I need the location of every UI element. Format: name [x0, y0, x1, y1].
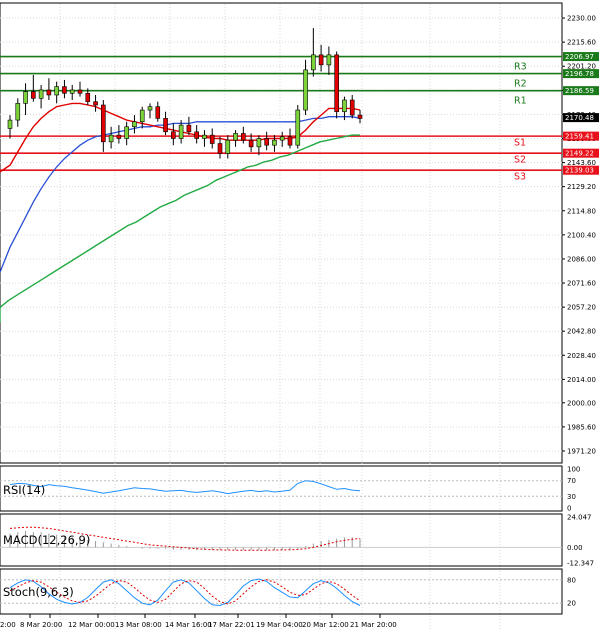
- candle-bearish[interactable]: [209, 134, 215, 144]
- price-tick-label: 2071.60: [567, 280, 596, 288]
- candle-bullish[interactable]: [295, 109, 301, 146]
- stochastic-label: Stoch(9,6,3): [3, 585, 74, 599]
- trading-chart: 2230.002215.602201.202186.802172.402158.…: [0, 0, 600, 634]
- level-label-s2: S2: [514, 155, 526, 166]
- level-price-tag: 2149.22: [565, 150, 594, 158]
- candle-bullish[interactable]: [124, 126, 129, 139]
- level-price-tag: 2159.41: [565, 133, 594, 141]
- candle-bearish[interactable]: [116, 134, 122, 139]
- candle-bullish[interactable]: [178, 124, 184, 139]
- rsi-label: RSI(14): [3, 483, 45, 497]
- candle-bullish[interactable]: [202, 134, 207, 139]
- candle-bearish[interactable]: [357, 114, 363, 119]
- candle-bearish[interactable]: [217, 143, 223, 154]
- price-tick-label: 2230.00: [567, 15, 596, 23]
- candle-bearish[interactable]: [101, 104, 106, 143]
- time-tick-label: 12 Mar 00:00: [68, 621, 115, 629]
- candle-bearish[interactable]: [85, 93, 91, 102]
- time-tick-label: 19 Mar 04:00: [256, 621, 303, 629]
- macd-tick-label: 0.00: [567, 544, 583, 552]
- candle-bearish[interactable]: [46, 89, 52, 96]
- price-tick-label: 2028.40: [567, 352, 596, 360]
- price-tick-label: 1985.60: [567, 423, 596, 431]
- candle-bullish[interactable]: [147, 106, 153, 111]
- candle-bullish[interactable]: [139, 109, 145, 123]
- level-label-s1: S1: [514, 138, 526, 149]
- macd-tick-label: 24.047: [567, 514, 592, 522]
- price-tick-label: 2042.80: [567, 328, 596, 336]
- candle-bearish[interactable]: [287, 136, 293, 146]
- candle-bullish[interactable]: [54, 86, 59, 96]
- current-price-tag: 2170.48: [565, 114, 594, 122]
- time-tick-label: 20 Mar 12:00: [302, 621, 349, 629]
- level-label-r3: R3: [514, 62, 527, 73]
- candle-bearish[interactable]: [155, 106, 161, 119]
- candle-bullish[interactable]: [38, 89, 44, 99]
- candle-bearish[interactable]: [186, 124, 192, 133]
- level-label-r2: R2: [514, 79, 527, 90]
- candle-bullish[interactable]: [303, 69, 308, 111]
- candle-bearish[interactable]: [163, 118, 168, 133]
- time-tick-label: 2:00: [0, 621, 16, 629]
- price-tick-label: 2215.60: [567, 39, 596, 47]
- candle-bearish[interactable]: [241, 133, 246, 141]
- time-tick-label: 17 Mar 22:01: [208, 621, 255, 629]
- level-price-tag: 2186.59: [565, 87, 594, 95]
- time-tick-label: 14 Mar 16:00: [165, 621, 212, 629]
- candle-bullish[interactable]: [23, 91, 28, 104]
- level-price-tag: 2139.03: [565, 167, 594, 175]
- rsi-tick-label: 30: [567, 493, 576, 501]
- price-tick-label: 2057.20: [567, 304, 596, 312]
- candle-bullish[interactable]: [108, 134, 114, 143]
- time-tick-label: 21 Mar 20:00: [350, 621, 397, 629]
- candle-bearish[interactable]: [318, 54, 324, 66]
- candle-bullish[interactable]: [272, 139, 277, 146]
- macd-label: MACD(12,26,9): [3, 533, 90, 547]
- price-tick-label: 2000.00: [567, 399, 596, 407]
- candle-bullish[interactable]: [7, 119, 13, 129]
- time-tick-label: 13 Mar 08:00: [115, 621, 162, 629]
- candle-bearish[interactable]: [194, 131, 199, 139]
- price-tick-label: 2014.00: [567, 376, 596, 384]
- level-label-r1: R1: [514, 96, 527, 107]
- rsi-tick-label: 0: [567, 505, 571, 513]
- candle-bullish[interactable]: [311, 54, 316, 71]
- price-tick-label: 2129.20: [567, 183, 596, 191]
- candle-bearish[interactable]: [264, 138, 269, 146]
- candle-bearish[interactable]: [334, 54, 339, 113]
- price-tick-label: 1971.20: [567, 447, 596, 455]
- level-price-tag: 2196.78: [565, 70, 594, 78]
- candle-bullish[interactable]: [225, 139, 231, 154]
- macd-tick-label: -12.347: [567, 560, 594, 568]
- time-tick-label: 8 Mar 20:00: [20, 621, 62, 629]
- candle-bullish[interactable]: [326, 54, 332, 66]
- candle-bearish[interactable]: [62, 86, 67, 94]
- candle-bullish[interactable]: [279, 136, 285, 141]
- candle-bullish[interactable]: [256, 138, 262, 148]
- candle-bullish[interactable]: [15, 103, 21, 121]
- price-tick-label: 2086.00: [567, 255, 596, 263]
- candle-bearish[interactable]: [171, 131, 176, 139]
- price-tick-label: 2114.80: [567, 207, 596, 215]
- rsi-tick-label: 70: [567, 477, 576, 485]
- candle-bearish[interactable]: [31, 91, 36, 99]
- price-tick-label: 2100.40: [567, 231, 596, 239]
- candle-bullish[interactable]: [69, 89, 75, 94]
- stochastic-tick-label: 80: [567, 576, 576, 584]
- candle-bearish[interactable]: [93, 101, 98, 106]
- candle-bearish[interactable]: [77, 89, 83, 94]
- stochastic-tick-label: 20: [567, 600, 576, 608]
- level-label-s3: S3: [514, 172, 526, 183]
- candle-bullish[interactable]: [342, 99, 347, 113]
- rsi-tick-label: 100: [567, 466, 580, 474]
- candle-bearish[interactable]: [248, 139, 254, 148]
- candle-bullish[interactable]: [233, 133, 238, 141]
- candle-bearish[interactable]: [349, 99, 355, 116]
- level-price-tag: 2206.97: [565, 53, 594, 61]
- candle-bullish[interactable]: [132, 121, 137, 128]
